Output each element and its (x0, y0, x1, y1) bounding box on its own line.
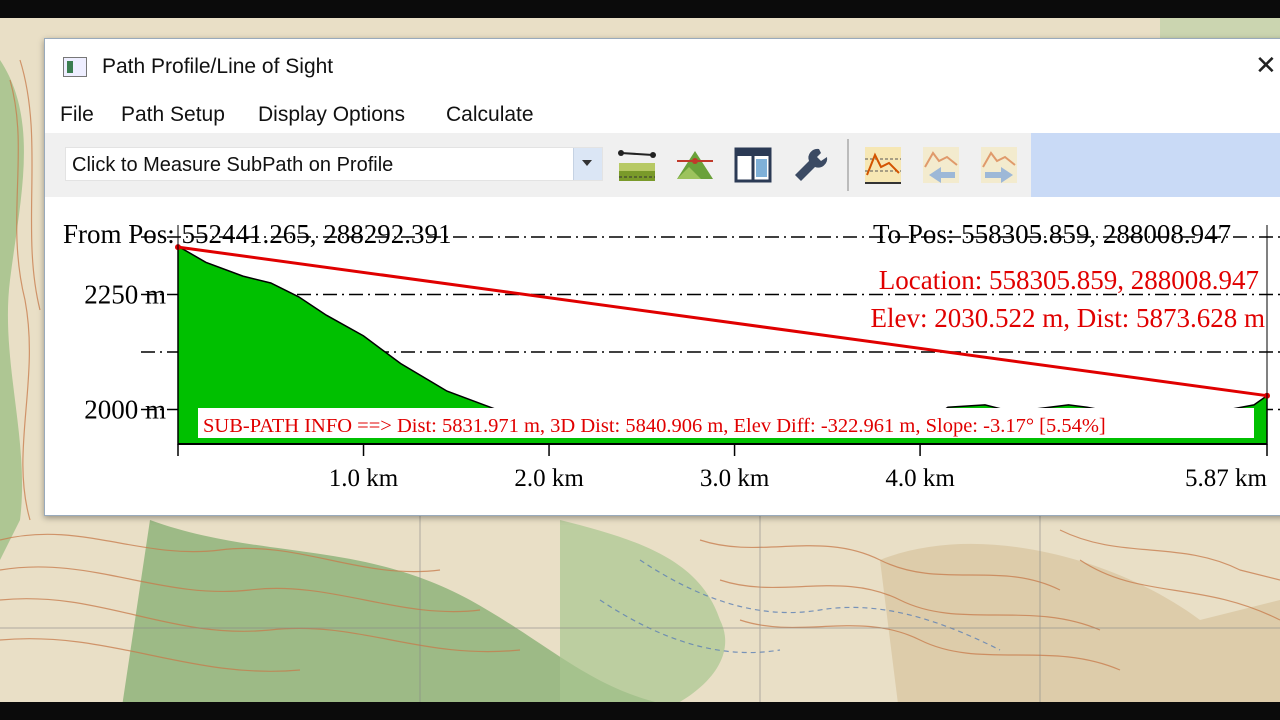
close-icon[interactable]: ✕ (1255, 51, 1277, 81)
measure-mode-value: Click to Measure SubPath on Profile (72, 154, 394, 176)
los-chart-icon[interactable] (863, 145, 903, 185)
title-bar[interactable]: Path Profile/Line of Sight ✕ (45, 39, 1280, 95)
toolbar: Click to Measure SubPath on Profile (45, 133, 1031, 197)
chevron-down-icon (582, 160, 592, 166)
path-profile-window: Path Profile/Line of Sight ✕ File Path S… (44, 38, 1280, 516)
menu-display-options[interactable]: Display Options (258, 103, 405, 127)
profile-plot-area[interactable]: From Pos: 552441.265, 288292.391 To Pos:… (61, 197, 1280, 497)
path-profile-icon[interactable] (617, 145, 657, 185)
menu-file[interactable]: File (60, 103, 94, 127)
toolbar-empty-area (1031, 133, 1280, 197)
measure-mode-dropdown[interactable]: Click to Measure SubPath on Profile (65, 147, 603, 181)
back-arrow-chart-icon[interactable] (921, 145, 961, 185)
bottom-letterbox (0, 702, 1280, 720)
x-tick-label-1: 2.0 km (514, 465, 584, 492)
window-title: Path Profile/Line of Sight (102, 55, 334, 78)
split-panel-icon[interactable] (733, 145, 773, 185)
subpath-info-readout: SUB-PATH INFO ==> Dist: 5831.971 m, 3D D… (203, 415, 1106, 437)
x-tick-label-3: 4.0 km (885, 465, 955, 492)
menu-bar: File Path Setup Display Options Calculat… (45, 97, 1280, 131)
y-tick-label-0: 2000 m (84, 395, 166, 425)
x-tick-label-2: 3.0 km (700, 465, 770, 492)
menu-path-setup[interactable]: Path Setup (121, 103, 225, 127)
app-icon (63, 57, 87, 77)
x-tick-label-0: 1.0 km (329, 465, 399, 492)
elevation-profile-chart[interactable]: 2000 m 2250 m 1.0 km 2.0 km 3.0 km 4.0 km 5.8… (61, 197, 1280, 497)
x-tick-label-4: 5.87 km (1185, 465, 1268, 492)
dropdown-button[interactable] (573, 148, 602, 180)
menu-calculate[interactable]: Calculate (446, 103, 534, 127)
terrain-peak-icon[interactable] (675, 145, 715, 185)
forward-arrow-chart-icon[interactable] (979, 145, 1019, 185)
top-letterbox (0, 0, 1280, 18)
y-tick-label-1: 2250 m (84, 280, 166, 310)
elevation-distance-readout: Elev: 2030.522 m, Dist: 5873.628 m (871, 303, 1266, 333)
x-tick-labels: 1.0 km 2.0 km 3.0 km 4.0 km 5.87 km (177, 444, 1268, 492)
screen: Path Profile/Line of Sight ✕ File Path S… (0, 0, 1280, 720)
wrench-icon[interactable] (791, 145, 831, 185)
location-readout: Location: 558305.859, 288008.947 (879, 265, 1259, 295)
toolbar-separator (847, 139, 849, 191)
